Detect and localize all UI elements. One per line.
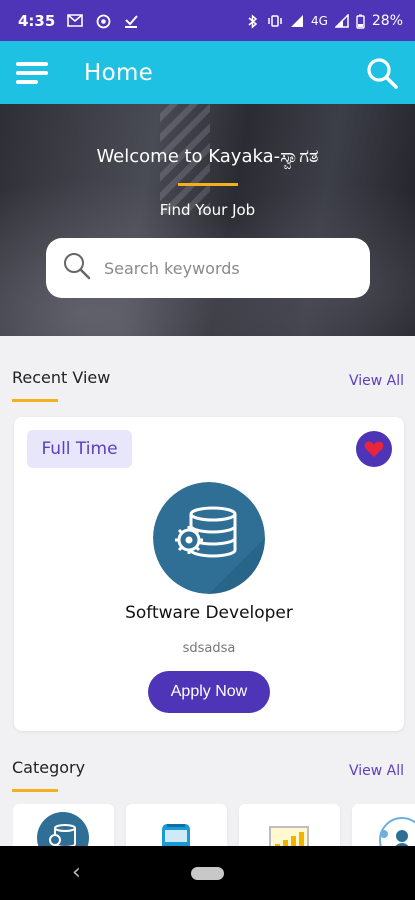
job-company: sdsadsa [182,641,236,656]
bus-icon [162,824,190,846]
recent-view-title: Recent View [12,368,111,387]
back-icon[interactable]: ‹ [72,860,81,885]
recent-view-all-link[interactable]: View All [349,373,404,389]
search-icon[interactable] [365,56,399,90]
battery-level: 28% [371,12,403,29]
home-pill-icon[interactable] [191,867,224,880]
category-list [13,804,415,846]
hero-subtitle: Find Your Job [159,201,256,219]
welcome-title: Welcome to Kayaka-ಸ್ವಾಗತ [96,146,319,167]
job-title: Software Developer [125,603,293,623]
category-title: Category [12,758,86,777]
people-network-icon [379,817,415,846]
signal-icon [334,12,350,28]
hamburger-menu-icon[interactable] [16,61,48,84]
battery-icon [356,14,366,29]
recent-view-underline [12,399,58,402]
category-card[interactable] [13,804,114,846]
category-view-all-link[interactable]: View All [349,763,404,779]
database-gear-icon [153,482,265,594]
search-input[interactable] [104,258,344,278]
category-card[interactable] [239,804,340,846]
hero-banner: Welcome to Kayaka-ಸ್ವಾಗತ Find Your Job [0,104,415,336]
status-time: 4:35 [18,11,56,30]
bluetooth-icon [245,13,261,29]
title-underline [178,183,238,186]
app-bar: Home [0,41,415,104]
category-underline [12,789,58,792]
database-gear-icon [37,812,89,846]
page-title: Home [84,59,154,86]
ring-icon [95,14,111,28]
job-card[interactable]: Full Time Software Developer sdsadsa App… [14,417,404,731]
vibrate-icon [267,14,283,28]
search-box[interactable] [46,238,370,298]
category-card[interactable] [126,804,227,846]
system-nav-bar: ‹ [0,846,415,900]
heart-icon[interactable] [356,431,392,467]
search-icon [62,251,92,285]
apply-now-button[interactable]: Apply Now [148,671,270,713]
status-bar: 4:35 4G 28% [0,0,415,41]
signal-icon [289,14,305,28]
network-type: 4G [310,13,328,28]
gmail-icon [67,13,84,28]
bar-chart-icon [269,826,309,846]
job-type-badge: Full Time [27,430,132,468]
category-card[interactable] [352,804,415,846]
download-done-icon [123,14,139,28]
